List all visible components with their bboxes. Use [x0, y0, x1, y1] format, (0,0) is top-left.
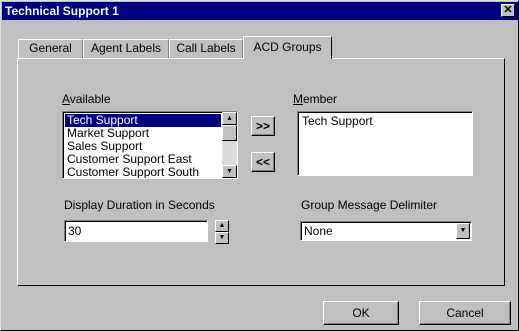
ok-button[interactable]: OK [323, 301, 399, 325]
group-delimiter-label: Group Message Delimiter [301, 198, 438, 212]
remove-member-button[interactable]: << [251, 152, 275, 172]
display-duration-input[interactable]: 30 [64, 220, 208, 242]
list-item[interactable]: Tech Support [300, 114, 472, 128]
tab-call-labels[interactable]: Call Labels [169, 39, 243, 58]
scroll-up-button[interactable]: ▲ [222, 112, 237, 125]
spin-down-button[interactable]: ▼ [215, 232, 229, 244]
available-listbox[interactable]: Tech Support Market Support Sales Suppor… [62, 111, 238, 179]
cancel-label: Cancel [446, 306, 484, 320]
dropdown-button[interactable]: ▼ [456, 223, 470, 239]
available-scrollbar[interactable]: ▲ ▼ [222, 112, 237, 178]
member-listbox[interactable]: Tech Support [297, 111, 473, 176]
group-delimiter-select[interactable]: None ▼ [300, 221, 472, 241]
cancel-button[interactable]: Cancel [419, 301, 511, 325]
list-item[interactable]: Customer Support South [65, 166, 221, 179]
close-icon: ✕ [503, 4, 513, 16]
spin-down-icon: ▼ [218, 234, 226, 241]
tab-acd-groups[interactable]: ACD Groups [243, 36, 332, 59]
close-button[interactable]: ✕ [501, 4, 515, 17]
remove-member-label: << [255, 155, 270, 169]
title-bar: Technical Support 1 ✕ [2, 2, 518, 20]
scroll-up-icon: ▲ [226, 115, 233, 122]
spin-up-icon: ▲ [218, 222, 226, 229]
tab-general[interactable]: General [18, 39, 83, 58]
display-duration-label: Display Duration in Seconds [64, 198, 215, 212]
add-member-label: >> [255, 119, 270, 133]
tab-agent-labels[interactable]: Agent Labels [83, 39, 169, 58]
acd-groups-panel: Available Tech Support Market Support Sa… [17, 58, 505, 286]
window-title: Technical Support 1 [5, 4, 119, 18]
spin-up-button[interactable]: ▲ [215, 220, 229, 232]
group-delimiter-value: None [304, 224, 333, 238]
scroll-thumb[interactable] [222, 125, 237, 141]
scroll-down-button[interactable]: ▼ [222, 165, 237, 178]
available-label: Available [62, 92, 111, 106]
tab-label: Call Labels [176, 41, 236, 55]
chevron-down-icon: ▼ [459, 227, 467, 234]
tab-label: ACD Groups [253, 40, 322, 54]
tab-label: Agent Labels [90, 41, 162, 55]
tab-label: General [29, 41, 72, 55]
member-label: Member [293, 92, 338, 106]
dialog-window: Technical Support 1 ✕ General Agent Labe… [0, 0, 519, 331]
display-duration-value: 30 [68, 224, 82, 238]
scroll-down-icon: ▼ [226, 168, 233, 175]
add-member-button[interactable]: >> [251, 116, 275, 136]
ok-label: OK [352, 306, 370, 320]
